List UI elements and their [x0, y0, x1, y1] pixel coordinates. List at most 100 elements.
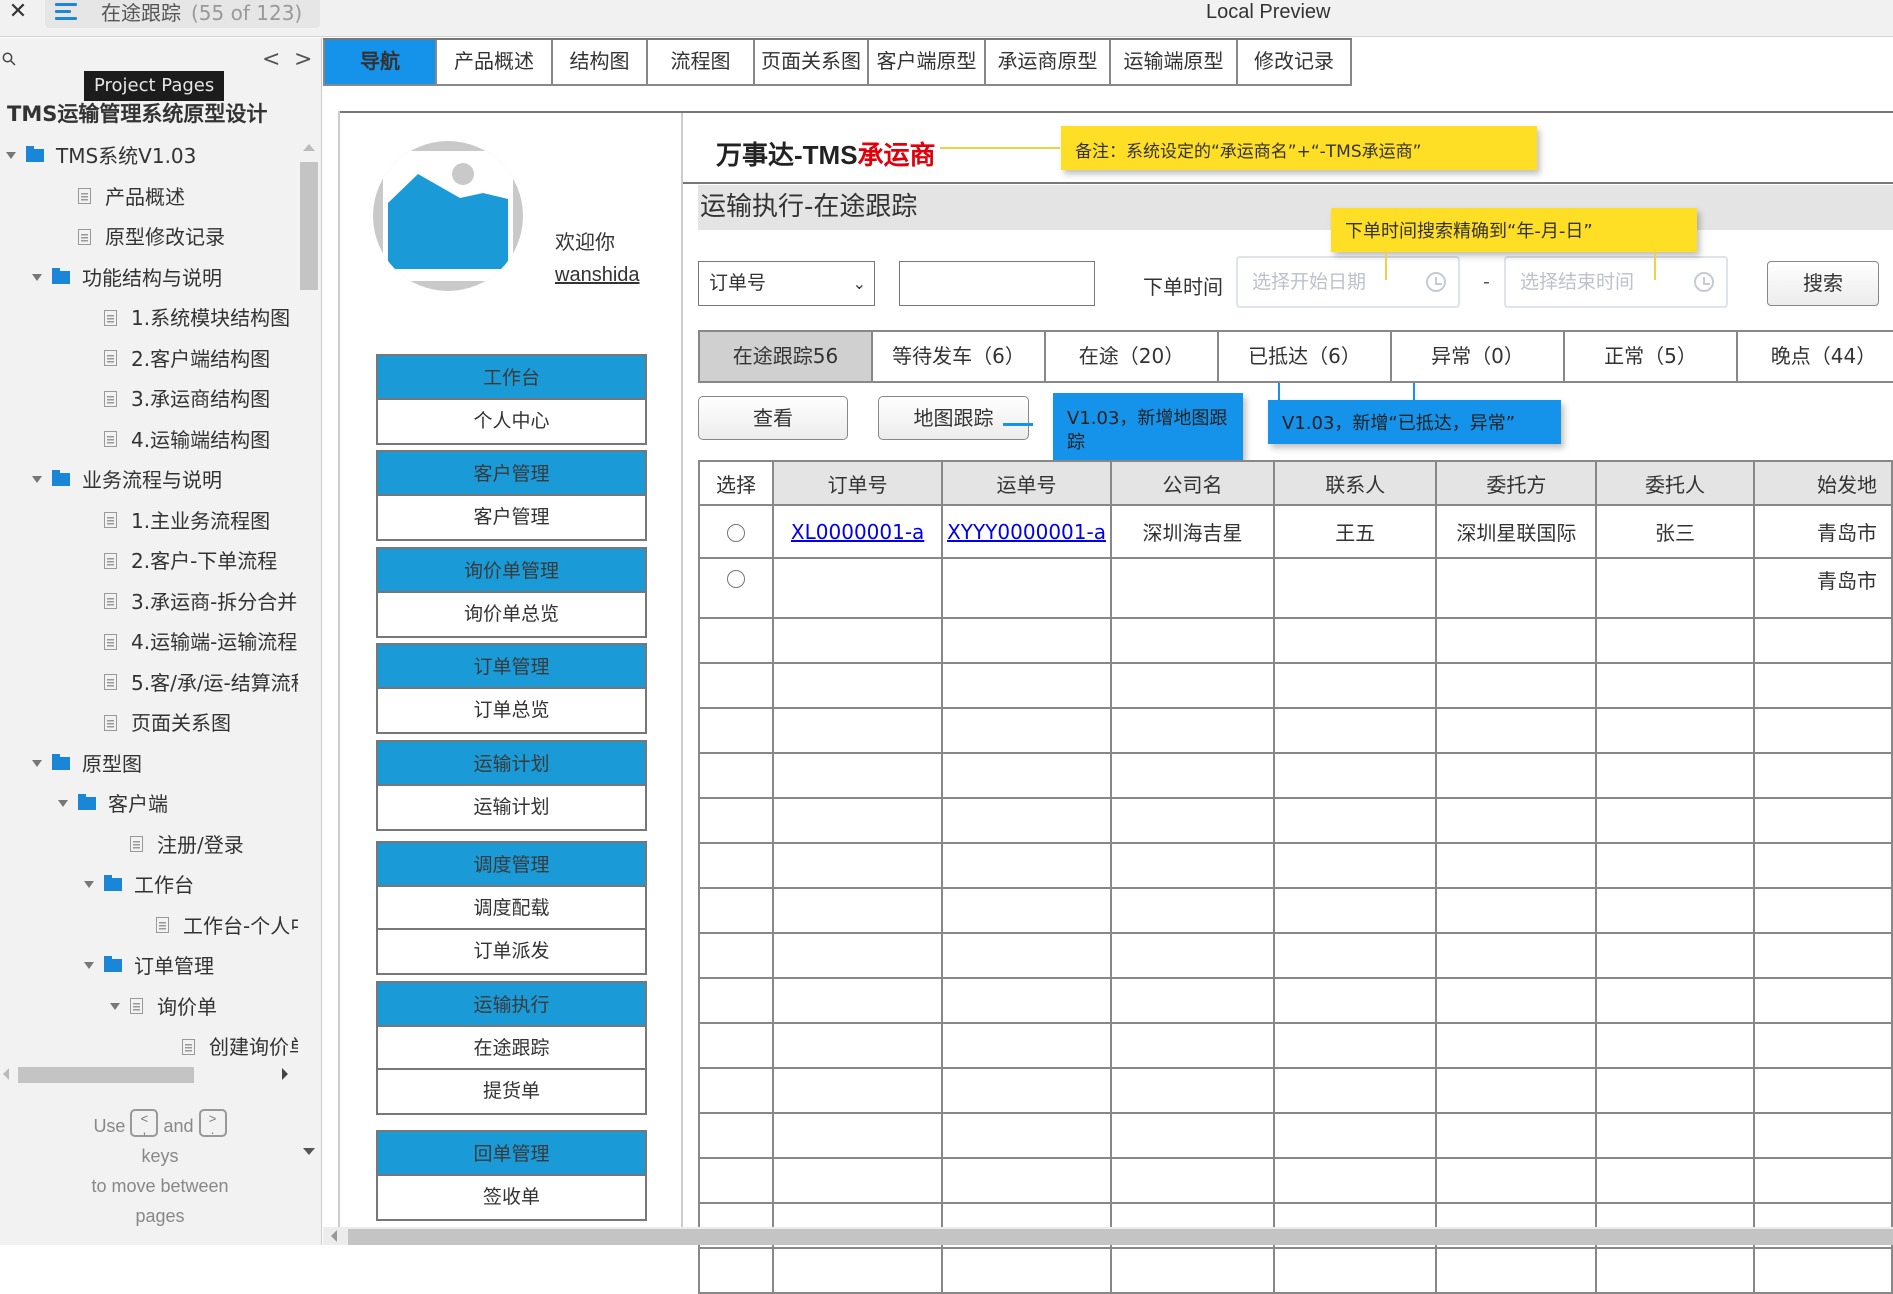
- tree-item-label: 功能结构与说明: [82, 265, 222, 290]
- scroll-left-icon[interactable]: [331, 1230, 337, 1242]
- tree-item[interactable]: 1.主业务流程图: [104, 501, 270, 541]
- tree-item[interactable]: 页面关系图: [104, 703, 231, 743]
- expand-arrow-icon[interactable]: [110, 1002, 120, 1010]
- nav-tab[interactable]: 页面关系图: [755, 40, 869, 86]
- scroll-thumb[interactable]: [18, 1067, 194, 1083]
- expand-arrow-icon[interactable]: [32, 476, 42, 483]
- prev-page-button[interactable]: <: [262, 49, 280, 71]
- view-button[interactable]: 查看: [698, 396, 848, 440]
- tree-item[interactable]: 订单管理: [84, 946, 214, 986]
- menu-group-header[interactable]: 调度管理: [378, 843, 645, 887]
- map-track-button[interactable]: 地图跟踪: [878, 396, 1029, 440]
- cell-consignor: 深圳星联国际: [1435, 504, 1598, 559]
- tree-item[interactable]: 2.客户-下单流程: [104, 541, 277, 581]
- nav-tab[interactable]: 结构图: [553, 40, 648, 86]
- status-tab[interactable]: 在途（20）: [1046, 332, 1219, 381]
- horizontal-scrollbar[interactable]: [323, 1227, 1893, 1245]
- row-radio[interactable]: [727, 569, 746, 588]
- tree-item[interactable]: 工作台: [84, 865, 194, 905]
- expand-arrow-icon[interactable]: [84, 962, 94, 969]
- search-button[interactable]: 搜索: [1767, 261, 1879, 306]
- tree-item[interactable]: 4.运输端-运输流程: [104, 622, 297, 662]
- menu-item[interactable]: 运输计划: [378, 786, 645, 829]
- tree-item[interactable]: 业务流程与说明: [32, 460, 222, 500]
- nav-tab[interactable]: 修改记录: [1238, 40, 1352, 86]
- scroll-right-icon[interactable]: [282, 1068, 288, 1080]
- tree-item[interactable]: 注册/登录: [130, 825, 244, 865]
- menu-group-header[interactable]: 工作台: [378, 356, 645, 400]
- nav-tab[interactable]: 客户端原型: [869, 40, 986, 86]
- menu-group-header[interactable]: 订单管理: [378, 645, 645, 689]
- tree-item[interactable]: 创建询价单: [182, 1027, 300, 1056]
- row-radio[interactable]: [727, 524, 746, 542]
- expand-arrow-icon[interactable]: [58, 800, 68, 807]
- expand-arrow-icon[interactable]: [32, 759, 42, 767]
- nav-tab[interactable]: 运输端原型: [1111, 40, 1238, 86]
- tree-item[interactable]: 3.承运商-拆分合并运: [104, 582, 300, 622]
- menu-icon[interactable]: [55, 3, 77, 21]
- order-number-link[interactable]: XL0000001-a: [791, 520, 924, 544]
- menu-group-header[interactable]: 回单管理: [378, 1132, 645, 1176]
- menu-item[interactable]: 个人中心: [378, 400, 645, 443]
- waybill-number-link[interactable]: XYYY0000001-a: [947, 520, 1106, 544]
- status-tab[interactable]: 在途跟踪56: [700, 332, 873, 381]
- hint-text: to move between: [91, 1176, 229, 1197]
- tree-item[interactable]: 原型图: [32, 744, 142, 784]
- menu-item[interactable]: 客户管理: [378, 496, 645, 539]
- scroll-thumb[interactable]: [348, 1229, 1893, 1245]
- nav-tab[interactable]: 承运商原型: [986, 40, 1111, 86]
- status-tab[interactable]: 已抵达（6）: [1219, 332, 1392, 381]
- table-row[interactable]: XL0000001-a XYYY0000001-a 深圳海吉星 王五 深圳星联国际 张三青…: [697, 504, 1893, 559]
- tree-item[interactable]: 1.系统模块结构图: [104, 298, 290, 338]
- expand-arrow-icon[interactable]: [32, 273, 42, 281]
- search-keyword-input[interactable]: [899, 261, 1095, 306]
- menu-item[interactable]: 询价单总览: [378, 593, 645, 636]
- nav-tab[interactable]: 产品概述: [437, 40, 553, 86]
- status-tab[interactable]: 等待发车（6）: [873, 332, 1046, 381]
- tree-item[interactable]: 3.承运商结构图: [104, 379, 270, 419]
- menu-item[interactable]: 订单总览: [378, 689, 645, 732]
- scroll-thumb[interactable]: [300, 162, 318, 290]
- search-field-select[interactable]: 订单号 ⌄: [698, 261, 875, 306]
- close-icon[interactable]: ✕: [4, 0, 32, 24]
- tree-item[interactable]: 询价单: [110, 987, 217, 1027]
- tree-item[interactable]: 4.运输端结构图: [104, 420, 270, 460]
- tree-item[interactable]: TMS系统V1.03: [6, 136, 196, 176]
- nav-tab[interactable]: 流程图: [648, 40, 755, 86]
- tooltip-project-pages: Project Pages: [84, 71, 225, 101]
- tree-horizontal-scrollbar[interactable]: [0, 1064, 298, 1084]
- username-link[interactable]: wanshida: [555, 264, 640, 287]
- status-tab[interactable]: 异常（0）: [1392, 332, 1565, 381]
- menu-item[interactable]: 提货单: [378, 1070, 645, 1113]
- menu-group-header[interactable]: 询价单管理: [378, 549, 645, 593]
- page-selector[interactable]: 在途跟踪 (55 of 123): [45, 0, 320, 28]
- tree-item[interactable]: 5.客/承/运-结算流程: [104, 663, 300, 703]
- start-date-input[interactable]: 选择开始日期: [1236, 256, 1460, 308]
- nav-tab[interactable]: 导航: [323, 40, 437, 86]
- tree-item[interactable]: 客户端: [58, 784, 168, 824]
- tree-item[interactable]: 产品概述: [78, 177, 185, 217]
- scroll-left-icon[interactable]: [3, 1068, 9, 1080]
- menu-item[interactable]: 在途跟踪: [378, 1027, 645, 1070]
- tree-item[interactable]: 2.客户端结构图: [104, 339, 270, 379]
- tree-item[interactable]: 功能结构与说明: [32, 258, 222, 298]
- status-tab[interactable]: 晚点（44）: [1738, 332, 1893, 381]
- menu-group-header[interactable]: 运输计划: [378, 742, 645, 786]
- tree-item[interactable]: 原型修改记录: [78, 217, 225, 257]
- tree-vertical-scrollbar[interactable]: [298, 136, 320, 1155]
- scroll-up-icon[interactable]: [303, 144, 315, 151]
- expand-arrow-icon[interactable]: [6, 152, 16, 159]
- expand-arrow-icon[interactable]: [84, 881, 94, 888]
- end-date-input[interactable]: 选择结束时间: [1504, 256, 1728, 308]
- status-tab[interactable]: 正常（5）: [1565, 332, 1738, 381]
- menu-group-header[interactable]: 客户管理: [378, 452, 645, 496]
- search-icon[interactable]: [2, 52, 16, 66]
- tree-item[interactable]: 工作台-个人中心: [156, 906, 300, 946]
- menu-item[interactable]: 签收单: [378, 1176, 645, 1219]
- menu-group: 调度管理 调度配载 订单派发: [376, 841, 647, 975]
- menu-item[interactable]: 订单派发: [378, 930, 645, 973]
- table-row[interactable]: 青岛市: [697, 557, 1893, 619]
- menu-group-header[interactable]: 运输执行: [378, 983, 645, 1027]
- menu-item[interactable]: 调度配载: [378, 887, 645, 930]
- next-page-button[interactable]: >: [294, 49, 312, 71]
